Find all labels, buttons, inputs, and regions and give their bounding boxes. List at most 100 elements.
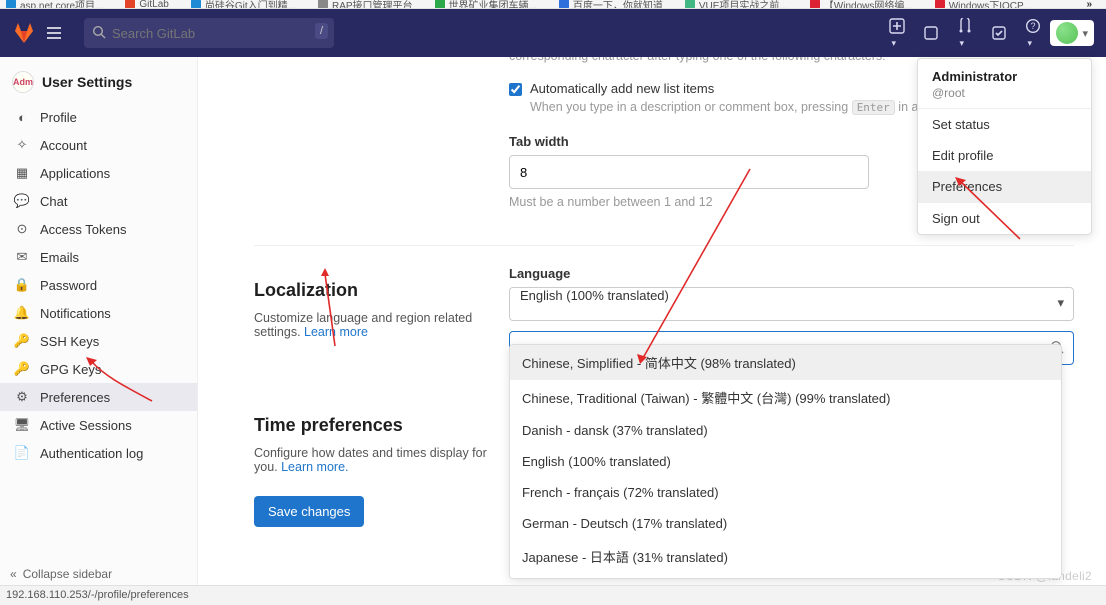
sidebar-item-active-sessions[interactable]: 🖥Active Sessions — [0, 411, 197, 439]
browser-tab-strip: asp.net core项目... GitLab 尚硅谷Git入门到精... RAP接… — [0, 0, 1106, 9]
sidebar-item-label: Notifications — [40, 306, 111, 321]
user-menu-item-preferences[interactable]: Preferences — [918, 171, 1091, 202]
user-menu-item-sign-out[interactable]: Sign out — [918, 203, 1091, 234]
browser-tab-label: 尚硅谷Git入门到精... — [205, 0, 296, 9]
sidebar-item-label: SSH Keys — [40, 334, 99, 349]
tokens-icon: ⊙ — [14, 221, 30, 237]
browser-tab[interactable]: GitLab — [125, 0, 168, 9]
language-option[interactable]: German - Deutsch (17% translated) — [510, 508, 1061, 539]
browser-status-bar: 192.168.110.253/-/profile/preferences — [0, 585, 1106, 605]
browser-tab[interactable]: 世界矿业集团车辆... — [435, 0, 537, 9]
sidebar-item-label: Password — [40, 278, 97, 293]
save-changes-button[interactable]: Save changes — [254, 496, 364, 527]
sidebar-title: Adm User Settings — [0, 65, 197, 103]
account-icon: ✧ — [14, 137, 30, 153]
browser-tab-label: RAP接口管理平台 — [332, 0, 413, 9]
enter-key-badge: Enter — [852, 100, 895, 115]
browser-tab[interactable]: asp.net core项目... — [6, 0, 103, 9]
collapse-sidebar[interactable]: Collapse sidebar — [10, 567, 112, 581]
language-option[interactable]: French - français (72% translated) — [510, 477, 1061, 508]
auto-list-sub: When you type in a description or commen… — [530, 100, 937, 114]
search-input[interactable] — [84, 18, 334, 48]
favicon-icon — [685, 0, 695, 9]
browser-tab[interactable]: 尚硅谷Git入门到精... — [191, 0, 296, 9]
language-option[interactable]: Chinese, Traditional (Taiwan) - 繁體中文 (台灣… — [510, 380, 1061, 415]
issues-icon[interactable] — [923, 25, 939, 41]
sidebar-item-emails[interactable]: ✉ Emails — [0, 243, 197, 271]
sidebar-avatar: Adm — [12, 71, 34, 93]
favicon-icon — [191, 0, 201, 9]
auto-list-label: Automatically add new list items — [530, 81, 937, 96]
sidebar-item-label: GPG Keys — [40, 362, 101, 377]
sidebar-item-account[interactable]: ✧ Account — [0, 131, 197, 159]
language-option[interactable]: Korean - 한국어 (20% translated) — [510, 574, 1061, 579]
sidebar-item-authentication-log[interactable]: 📄Authentication log — [0, 439, 197, 467]
sidebar-item-chat[interactable]: 💬Chat — [0, 187, 197, 215]
browser-tab[interactable]: 百度一下，你就知道 — [559, 0, 663, 9]
language-option[interactable]: English (100% translated) — [510, 446, 1061, 477]
user-avatar-button[interactable]: ▾ — [1050, 20, 1094, 46]
emails-icon: ✉ — [14, 249, 30, 265]
auto-list-checkbox[interactable] — [509, 83, 522, 96]
help-icon[interactable]: ?▾ — [1025, 18, 1041, 49]
browser-tab[interactable]: 【Windows网络编... — [810, 0, 913, 9]
sidebar-item-notifications[interactable]: 🔔Notifications — [0, 299, 197, 327]
global-search[interactable]: / — [84, 18, 334, 48]
merge-requests-icon[interactable]: ▾ — [957, 18, 973, 49]
localization-heading: Localization — [254, 280, 509, 301]
profile-icon: ◐ — [14, 109, 30, 125]
browser-tab[interactable]: Windows下IOCP... — [935, 0, 1031, 9]
favicon-icon — [435, 0, 445, 9]
favicon-icon — [935, 0, 945, 9]
user-menu-name: Administrator — [932, 69, 1077, 84]
sidebar-item-label: Preferences — [40, 390, 110, 405]
sidebar-item-preferences[interactable]: ⚙Preferences — [0, 383, 197, 411]
language-option[interactable]: Danish - dansk (37% translated) — [510, 415, 1061, 446]
browser-tab-label: VUE项目实战之前... — [699, 0, 788, 9]
tabs-overflow-icon[interactable]: » — [1086, 0, 1100, 9]
hamburger-icon[interactable] — [45, 24, 63, 42]
sidebar-item-profile[interactable]: ◐ Profile — [0, 103, 197, 131]
password-icon: 🔒 — [14, 277, 30, 293]
browser-tab[interactable]: VUE项目实战之前... — [685, 0, 788, 9]
sidebar-item-applications[interactable]: ▦ Applications — [0, 159, 197, 187]
authlog-icon: 📄 — [14, 445, 30, 461]
sidebar-item-label: Chat — [40, 194, 67, 209]
language-option[interactable]: Japanese - 日本語 (31% translated) — [510, 539, 1061, 574]
search-icon — [92, 25, 106, 39]
chevron-down-icon: ▾ — [1082, 27, 1088, 40]
browser-tab-label: 世界矿业集团车辆... — [449, 0, 537, 9]
language-dropdown-list[interactable]: Chinese, Simplified - 简体中文 (98% translat… — [509, 344, 1062, 579]
user-menu-item-set-status[interactable]: Set status — [918, 109, 1091, 140]
user-menu-item-edit-profile[interactable]: Edit profile — [918, 140, 1091, 171]
browser-tab-label: 百度一下，你就知道 — [573, 0, 663, 9]
language-select[interactable]: English (100% translated) — [509, 287, 1074, 321]
gitlab-logo-icon[interactable] — [12, 21, 36, 45]
browser-tab-label: asp.net core项目... — [20, 0, 103, 9]
favicon-icon — [559, 0, 569, 9]
plus-icon[interactable]: ▾ — [889, 18, 905, 49]
avatar — [1056, 22, 1078, 44]
sidebar-item-password[interactable]: 🔒 Password — [0, 271, 197, 299]
sidebar-item-ssh-keys[interactable]: 🔑SSH Keys — [0, 327, 197, 355]
todos-icon[interactable] — [991, 25, 1007, 41]
sidebar-item-label: Active Sessions — [40, 418, 132, 433]
localization-learn-more-link[interactable]: Learn more — [304, 325, 368, 339]
language-label: Language — [509, 266, 1074, 281]
time-learn-more-link[interactable]: Learn more. — [281, 460, 348, 474]
sidebar-item-label: Account — [40, 138, 87, 153]
sidebar-item-label: Profile — [40, 110, 77, 125]
sidebar-item-access-tokens[interactable]: ⊙ Access Tokens — [0, 215, 197, 243]
sidebar-item-label: Emails — [40, 250, 79, 265]
browser-tab-label: Windows下IOCP... — [949, 0, 1031, 9]
sidebar-item-label: Access Tokens — [40, 222, 126, 237]
browser-tab-label: GitLab — [139, 0, 168, 9]
gpgkeys-icon: 🔑 — [14, 361, 30, 377]
sidebar-item-gpg-keys[interactable]: 🔑 GPG Keys — [0, 355, 197, 383]
language-option[interactable]: Chinese, Simplified - 简体中文 (98% translat… — [510, 345, 1061, 380]
sidebar-item-label: Applications — [40, 166, 110, 181]
apps-icon: ▦ — [14, 165, 30, 181]
tabwidth-input[interactable] — [509, 155, 869, 189]
search-shortcut-badge: / — [315, 23, 328, 39]
browser-tab[interactable]: RAP接口管理平台 — [318, 0, 413, 9]
